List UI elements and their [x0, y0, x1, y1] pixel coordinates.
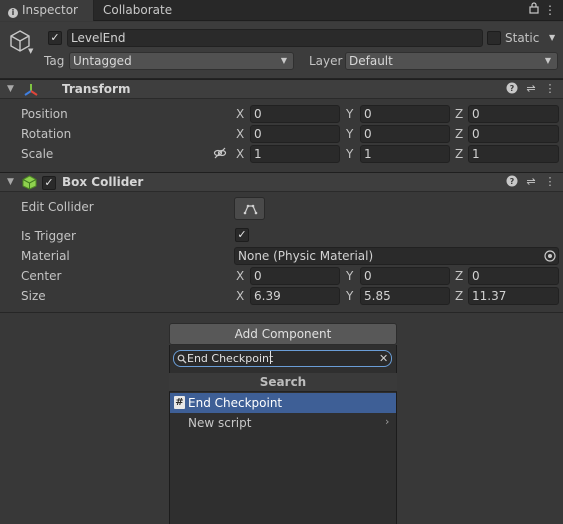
axis-z-label: Z	[455, 289, 464, 303]
axis-x-label: X	[236, 127, 245, 141]
object-name-field[interactable]: LevelEnd	[67, 29, 483, 47]
info-icon: i	[8, 8, 18, 18]
material-field[interactable]: None (Physic Material)	[234, 247, 559, 265]
material-value: None (Physic Material)	[238, 249, 374, 263]
layer-label: Layer	[309, 54, 343, 68]
axis-x-label: X	[236, 269, 245, 283]
is-trigger-checkbox[interactable]: ✓	[235, 228, 249, 242]
svg-text:?: ?	[510, 177, 515, 186]
axis-y-label: Y	[346, 269, 354, 283]
rotation-z-field[interactable]: 0	[468, 125, 559, 143]
layer-value: Default	[349, 54, 393, 68]
scale-label: Scale	[21, 147, 54, 161]
tab-collaborate[interactable]: Collaborate	[95, 0, 195, 21]
box-collider-title: Box Collider	[62, 175, 144, 189]
scale-y-field[interactable]: 1	[360, 145, 450, 163]
help-icon[interactable]: ?	[505, 82, 519, 96]
axis-x-label: X	[236, 107, 245, 121]
list-item-label: New script	[188, 416, 252, 430]
scale-x-field[interactable]: 1	[250, 145, 340, 163]
static-checkbox[interactable]	[487, 31, 501, 45]
rotation-y-field[interactable]: 0	[360, 125, 450, 143]
axis-y-label: Y	[346, 289, 354, 303]
axis-y-label: Y	[346, 107, 354, 121]
lock-icon[interactable]	[527, 2, 541, 18]
static-dropdown-arrow-icon[interactable]: ▼	[549, 33, 555, 42]
tab-inspector[interactable]: i Inspector	[0, 0, 94, 21]
preset-sliders-icon[interactable]: ⇌	[524, 175, 538, 189]
object-picker-icon[interactable]	[543, 249, 557, 263]
size-y-field[interactable]: 5.85	[360, 287, 450, 305]
material-label: Material	[21, 249, 70, 263]
help-icon[interactable]: ?	[505, 175, 519, 189]
add-component-panel	[169, 345, 397, 524]
search-icon	[177, 353, 187, 364]
axis-x-label: X	[236, 147, 245, 161]
clear-search-icon[interactable]: ✕	[379, 352, 388, 365]
size-x-field[interactable]: 6.39	[250, 287, 340, 305]
axis-z-label: Z	[455, 269, 464, 283]
kebab-menu-icon[interactable]: ⋮	[543, 2, 557, 18]
unlinked-scale-icon[interactable]	[213, 146, 227, 160]
size-z-field[interactable]: 11.37	[468, 287, 559, 305]
divider	[0, 312, 563, 313]
chevron-down-icon: ▼	[280, 56, 287, 65]
transform-title: Transform	[62, 82, 131, 96]
tab-inspector-label: Inspector	[22, 3, 78, 17]
icon-dropdown-arrow-icon[interactable]: ▼	[28, 47, 33, 55]
axis-x-label: X	[236, 289, 245, 303]
chevron-right-icon: ›	[385, 415, 390, 428]
axis-z-label: Z	[455, 127, 464, 141]
axis-y-label: Y	[346, 147, 354, 161]
center-z-field[interactable]: 0	[468, 267, 559, 285]
foldout-arrow-icon[interactable]: ▼	[7, 177, 14, 187]
static-label: Static	[505, 31, 540, 45]
add-component-button[interactable]: Add Component	[169, 323, 397, 345]
axis-y-label: Y	[346, 127, 354, 141]
list-item-label: End Checkpoint	[188, 396, 283, 410]
tag-label: Tag	[44, 54, 65, 68]
tag-dropdown[interactable]: Untagged ▼	[69, 52, 294, 70]
axis-z-label: Z	[455, 107, 464, 121]
box-collider-enabled-checkbox[interactable]: ✓	[42, 176, 56, 190]
component-search-value: End Checkpoint	[187, 352, 274, 365]
script-icon: #	[174, 396, 185, 409]
svg-text:?: ?	[510, 84, 515, 93]
edit-collider-label: Edit Collider	[21, 200, 94, 214]
center-x-field[interactable]: 0	[250, 267, 340, 285]
kebab-menu-icon[interactable]: ⋮	[543, 175, 557, 189]
transform-icon	[23, 82, 39, 98]
position-y-field[interactable]: 0	[360, 105, 450, 123]
center-label: Center	[21, 269, 62, 283]
size-label: Size	[21, 289, 46, 303]
box-collider-icon	[22, 175, 37, 190]
edit-collider-button[interactable]	[234, 197, 265, 220]
center-y-field[interactable]: 0	[360, 267, 450, 285]
kebab-menu-icon[interactable]: ⋮	[543, 82, 557, 96]
position-x-field[interactable]: 0	[250, 105, 340, 123]
edit-collider-icon	[243, 204, 258, 215]
text-cursor	[270, 351, 271, 364]
axis-z-label: Z	[455, 147, 464, 161]
foldout-arrow-icon[interactable]: ▼	[7, 84, 14, 94]
active-checkbox[interactable]: ✓	[48, 31, 62, 45]
position-label: Position	[21, 107, 68, 121]
scale-z-field[interactable]: 1	[468, 145, 559, 163]
position-z-field[interactable]: 0	[468, 105, 559, 123]
tag-value: Untagged	[73, 54, 132, 68]
preset-sliders-icon[interactable]: ⇌	[524, 82, 538, 96]
is-trigger-label: Is Trigger	[21, 229, 76, 243]
rotation-label: Rotation	[21, 127, 72, 141]
tab-collaborate-label: Collaborate	[103, 3, 173, 17]
rotation-x-field[interactable]: 0	[250, 125, 340, 143]
layer-dropdown[interactable]: Default ▼	[345, 52, 558, 70]
panel-title: Search	[169, 373, 397, 392]
chevron-down-icon: ▼	[544, 56, 551, 65]
